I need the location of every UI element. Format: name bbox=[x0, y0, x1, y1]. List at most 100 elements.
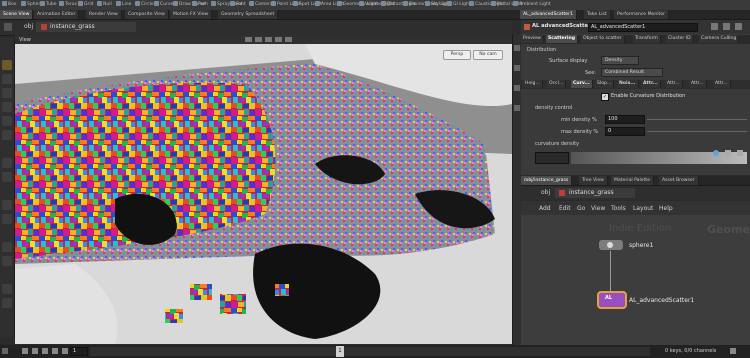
network-editor[interactable]: Indie Edition Geometry sphere1 AL AL_adv… bbox=[521, 215, 750, 345]
ramp-controls[interactable] bbox=[535, 152, 569, 164]
tab-cluster-id[interactable]: Cluster ID bbox=[666, 35, 694, 43]
tab-scattering[interactable]: Scattering bbox=[546, 35, 579, 43]
shelf-tool[interactable]: Curve bbox=[154, 0, 173, 10]
timeline-bar[interactable] bbox=[90, 347, 650, 356]
play-icon[interactable] bbox=[52, 348, 58, 354]
subtab-occlusion[interactable]: Occl... bbox=[547, 80, 567, 88]
shelf-tool[interactable]: Camera bbox=[249, 0, 273, 10]
render-region-icon[interactable] bbox=[2, 172, 12, 182]
play-back-icon[interactable] bbox=[32, 348, 38, 354]
network-path-node[interactable]: instance_grass bbox=[569, 189, 614, 196]
select-tool-icon[interactable] bbox=[2, 60, 12, 70]
subtab-attr-3[interactable]: Attr... bbox=[689, 80, 707, 88]
node-name-field[interactable]: AL_advancedScatter1 bbox=[588, 23, 698, 32]
points-icon[interactable] bbox=[514, 65, 520, 71]
subtab-attr-1[interactable]: Attr... bbox=[641, 80, 661, 88]
shelf-tool[interactable]: Grid bbox=[78, 0, 93, 10]
tab-performance-monitor[interactable]: Performance Monitor bbox=[614, 10, 670, 19]
magnet-icon[interactable] bbox=[2, 242, 12, 252]
rotate-tool-icon[interactable] bbox=[2, 88, 12, 98]
tab-preview[interactable]: Preview bbox=[521, 35, 544, 43]
tab-animation-editor[interactable]: Animation Editor bbox=[34, 10, 80, 19]
menu-add[interactable]: Add bbox=[539, 205, 551, 212]
pose-tool-icon[interactable] bbox=[2, 130, 12, 140]
viewport-3d[interactable]: Persp No cam bbox=[15, 44, 512, 344]
tab-render-view[interactable]: Render View bbox=[86, 10, 122, 19]
shelf-tool[interactable]: Torus bbox=[59, 0, 77, 10]
lighting-icon[interactable] bbox=[514, 105, 520, 111]
ramp-settings-icon[interactable] bbox=[713, 150, 719, 156]
persp-icon[interactable] bbox=[2, 256, 12, 266]
tab-tree-view[interactable]: Tree View bbox=[579, 176, 608, 185]
shelf-tool[interactable]: Box bbox=[2, 0, 16, 10]
gear-icon[interactable] bbox=[711, 23, 718, 30]
move-tool-icon[interactable] bbox=[2, 74, 12, 84]
surface-display-menu[interactable]: Density bbox=[601, 56, 639, 65]
min-density-field[interactable]: 100 bbox=[605, 115, 645, 124]
tab-advanced-scatter[interactable]: AL_advancedScatter1 bbox=[520, 10, 577, 19]
tab-object-to-scatter[interactable]: Object to scatter bbox=[581, 35, 625, 43]
camera-lock-icon[interactable] bbox=[265, 37, 272, 42]
view-tool-icon[interactable] bbox=[2, 158, 12, 168]
key-icon[interactable] bbox=[730, 348, 736, 354]
info-icon[interactable] bbox=[735, 23, 742, 30]
tab-transform[interactable]: Transform bbox=[633, 35, 661, 43]
shelf-tool[interactable]: Null bbox=[97, 0, 112, 10]
max-density-slider[interactable] bbox=[647, 131, 747, 132]
subtab-height[interactable]: Heig... bbox=[523, 80, 543, 88]
shelf-tool[interactable]: Ambient Light bbox=[513, 0, 551, 10]
handle-tool-icon[interactable] bbox=[2, 116, 12, 126]
min-density-slider[interactable] bbox=[647, 119, 747, 120]
tab-camera-culling[interactable]: Camera Culling bbox=[699, 35, 740, 43]
camera-menu[interactable]: No cam bbox=[473, 50, 503, 60]
tab-material-palette[interactable]: Material Palette bbox=[611, 176, 655, 185]
shelf-tool[interactable]: Path bbox=[192, 0, 208, 10]
subtab-curvature[interactable]: Curv... bbox=[571, 80, 593, 88]
wireframe-icon[interactable] bbox=[285, 37, 292, 42]
tab-take-list[interactable]: Take List bbox=[584, 10, 611, 19]
stop-icon[interactable] bbox=[42, 348, 48, 354]
ramp-gear-icon[interactable] bbox=[725, 150, 731, 156]
tab-asset-browser[interactable]: Asset Browser bbox=[659, 176, 699, 185]
normals-icon[interactable] bbox=[514, 85, 520, 91]
shelf-tool[interactable]: Tube bbox=[40, 0, 57, 10]
see-menu[interactable]: Combined Result bbox=[601, 68, 663, 77]
current-frame-marker[interactable]: 1 bbox=[336, 346, 344, 357]
help-icon[interactable] bbox=[723, 23, 730, 30]
jump-start-icon[interactable] bbox=[22, 348, 28, 354]
back-icon[interactable] bbox=[4, 23, 12, 31]
subtab-slope[interactable]: Slop... bbox=[595, 80, 615, 88]
frame-field[interactable]: 1 bbox=[70, 347, 88, 356]
tab-motion-fx-view[interactable]: Motion FX View bbox=[170, 10, 213, 19]
tab-composite-view[interactable]: Composite View bbox=[125, 10, 169, 19]
network-path-obj[interactable]: obj bbox=[541, 189, 550, 196]
display-options-icon[interactable] bbox=[514, 45, 520, 51]
menu-help[interactable]: Help bbox=[659, 205, 673, 212]
enable-curvature-checkbox[interactable]: ✓ bbox=[601, 93, 609, 101]
path-obj[interactable]: obj bbox=[24, 23, 33, 30]
camera-icon[interactable] bbox=[2, 298, 12, 308]
snap-prim-icon[interactable] bbox=[2, 214, 12, 224]
scale-tool-icon[interactable] bbox=[2, 102, 12, 112]
snap-icon[interactable] bbox=[275, 37, 282, 42]
menu-view[interactable]: View bbox=[591, 205, 605, 212]
shelf-tool[interactable]: Font bbox=[230, 0, 246, 10]
shelf-tool[interactable]: GI Light bbox=[447, 0, 470, 10]
timeline-settings-icon[interactable] bbox=[2, 348, 8, 354]
menu-tools[interactable]: Tools bbox=[611, 205, 626, 212]
path-node[interactable]: instance_grass bbox=[50, 23, 95, 30]
ramp-add-icon[interactable] bbox=[737, 150, 743, 156]
subtab-attr-2[interactable]: Attr... bbox=[665, 80, 683, 88]
shelf-tool[interactable]: Line bbox=[116, 0, 131, 10]
tab-network-path[interactable]: /obj/instance_grass bbox=[521, 176, 573, 185]
curvature-ramp[interactable] bbox=[571, 152, 747, 164]
shelf-tool[interactable]: Circle bbox=[135, 0, 154, 10]
menu-go[interactable]: Go bbox=[577, 205, 585, 212]
menu-edit[interactable]: Edit bbox=[559, 205, 571, 212]
subtab-noise[interactable]: Nois... bbox=[617, 80, 639, 88]
light-icon[interactable] bbox=[2, 284, 12, 294]
max-density-field[interactable]: 0 bbox=[605, 127, 645, 136]
persp-menu[interactable]: Persp bbox=[443, 50, 471, 60]
display-icon[interactable] bbox=[245, 37, 252, 42]
tab-scene-view[interactable]: Scene View bbox=[0, 10, 34, 19]
